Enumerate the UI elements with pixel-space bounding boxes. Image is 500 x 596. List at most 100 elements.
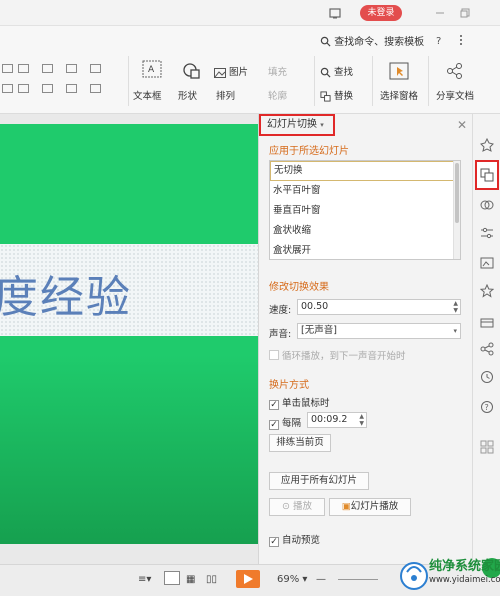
fill-button[interactable]: 填充 — [268, 64, 287, 78]
format-align-center[interactable] — [18, 64, 29, 73]
play-triangle-icon — [244, 574, 253, 584]
checkbox-box[interactable] — [269, 350, 279, 360]
right-sidebar: ? — [472, 114, 500, 564]
fill-label: 填充 — [268, 67, 288, 78]
transition-icon[interactable] — [480, 168, 494, 182]
arrange-button[interactable]: 排列 — [216, 88, 235, 102]
list-item[interactable]: 盒状收缩 — [270, 221, 460, 241]
list-item[interactable]: 盒状展开 — [270, 241, 460, 259]
help-side-icon[interactable]: ? — [480, 400, 494, 414]
format-line-2[interactable] — [18, 84, 29, 93]
checkbox-box[interactable]: ✓ — [269, 537, 279, 547]
format-indent[interactable] — [66, 64, 77, 73]
slide-title-text[interactable]: 度经验 — [0, 261, 132, 325]
spinner-icon[interactable]: ▲ ▼ — [359, 413, 364, 427]
loop-checkbox[interactable]: 循环播放，到下一声音开始时 — [269, 348, 406, 362]
zoom-value[interactable]: 69% ▾ — [277, 574, 307, 585]
transition-list[interactable]: 无切换 水平百叶窗 垂直百叶窗 盒状收缩 盒状展开 — [269, 160, 461, 260]
notes-icon[interactable]: ≡▾ — [138, 574, 151, 585]
find-icon — [320, 67, 331, 78]
slideshow-button[interactable]: ▣幻灯片播放 — [329, 498, 411, 516]
slideshow-label: 幻灯片播放 — [350, 501, 399, 512]
format-list[interactable] — [42, 64, 53, 73]
list-scroll-thumb[interactable] — [455, 163, 459, 223]
spinner-icon[interactable]: ▲ ▼ — [453, 300, 458, 314]
textbox-button[interactable]: A — [136, 60, 162, 78]
autopreview-label: 自动预览 — [282, 535, 321, 546]
arrange-label: 排列 — [216, 91, 236, 102]
share-icon[interactable] — [446, 62, 464, 80]
select-pane-label[interactable]: 选择窗格 — [380, 88, 418, 102]
every-label: 每隔 — [282, 418, 302, 429]
every-checkbox[interactable]: ✓ 每隔 — [269, 415, 301, 430]
login-button[interactable]: 未登录 — [360, 5, 402, 21]
find-label: 查找 — [334, 67, 354, 78]
speed-label: 速度: — [269, 305, 292, 316]
modify-section-title: 修改切换效果 — [269, 282, 329, 293]
slide-canvas[interactable]: 度经验 — [0, 114, 258, 564]
more-icon[interactable] — [455, 34, 467, 46]
textbox-label[interactable]: 文本框 — [133, 88, 162, 102]
sound-select[interactable]: [无声音] ▾ — [297, 323, 461, 339]
watermark-url: www.yidaimei.com — [429, 575, 500, 585]
format-line-3[interactable] — [42, 84, 53, 93]
close-icon[interactable]: ✕ — [457, 118, 467, 132]
share-doc-label[interactable]: 分享文档 — [436, 88, 474, 102]
replace-button[interactable]: 替换 — [320, 88, 353, 102]
every-time-input[interactable]: 00:09.2 ▲ ▼ — [307, 412, 367, 428]
chevron-down-icon: ▾ — [453, 327, 457, 335]
share-side-icon[interactable] — [480, 342, 494, 356]
format-align-left[interactable] — [2, 64, 13, 73]
format-line-4[interactable] — [66, 84, 77, 93]
checkbox-box[interactable]: ✓ — [269, 400, 279, 410]
on-click-label: 单击鼠标时 — [282, 398, 330, 409]
history-icon[interactable] — [480, 370, 494, 384]
picture-button[interactable]: 图片 — [214, 64, 248, 78]
zoom-text: 69% — [277, 574, 300, 585]
apply-all-button[interactable]: 应用于所有幻灯片 — [269, 472, 369, 490]
pane-title: 幻灯片切换 — [267, 119, 317, 130]
svg-text:?: ? — [436, 36, 441, 46]
speed-input[interactable]: 00.50 ▲ ▼ — [297, 299, 461, 315]
slideshow-play-icon[interactable] — [236, 570, 260, 588]
slide[interactable]: 度经验 — [0, 124, 258, 544]
reading-view-icon[interactable]: ▯▯ — [206, 574, 217, 585]
maximize-icon[interactable] — [458, 6, 472, 20]
rehearse-button[interactable]: 排练当前页 — [269, 434, 331, 452]
select-pane-icon[interactable] — [389, 62, 409, 80]
star-icon[interactable] — [480, 284, 494, 298]
play-button[interactable]: ⊙ 播放 — [269, 498, 325, 516]
play-circle-icon: ⊙ — [281, 501, 290, 512]
sorter-view-icon[interactable]: ▦ — [186, 574, 195, 585]
list-item[interactable]: 垂直百叶窗 — [270, 201, 460, 221]
pin-icon[interactable] — [480, 138, 494, 152]
settings-icon[interactable] — [480, 226, 494, 240]
format-line-5[interactable] — [90, 84, 101, 93]
grid-icon[interactable] — [480, 440, 494, 454]
zoom-out-button[interactable]: — — [316, 574, 326, 585]
list-item[interactable]: 水平百叶窗 — [270, 181, 460, 201]
monitor-icon[interactable] — [328, 6, 342, 20]
find-button[interactable]: 查找 — [320, 64, 353, 78]
list-scrollbar[interactable] — [453, 161, 460, 259]
list-item[interactable]: 无切换 — [270, 161, 460, 181]
on-click-checkbox[interactable]: ✓ 单击鼠标时 — [269, 395, 330, 410]
autopreview-checkbox[interactable]: ✓ 自动预览 — [269, 532, 320, 547]
format-line-1[interactable] — [2, 84, 13, 93]
slideshow-icon: ▣ — [341, 501, 351, 512]
outline-button[interactable]: 轮廓 — [268, 88, 287, 102]
search-command-box[interactable]: 查找命令、搜索模板 — [320, 33, 424, 48]
pane-title-dropdown[interactable]: 幻灯片切换 ▾ — [259, 114, 335, 136]
checkbox-box[interactable]: ✓ — [269, 420, 279, 430]
format-columns[interactable] — [90, 64, 101, 73]
shape-icon[interactable] — [182, 62, 202, 80]
normal-view-icon[interactable] — [164, 571, 180, 585]
help-icon[interactable]: ? — [433, 34, 445, 46]
zoom-slider[interactable] — [338, 579, 378, 580]
shape-label[interactable]: 形状 — [178, 88, 197, 102]
search-command-label: 查找命令、搜索模板 — [334, 37, 425, 48]
slides-icon[interactable] — [480, 256, 494, 270]
minimize-icon[interactable] — [433, 6, 447, 20]
gift-icon[interactable] — [480, 314, 494, 328]
animation-icon[interactable] — [480, 198, 494, 212]
